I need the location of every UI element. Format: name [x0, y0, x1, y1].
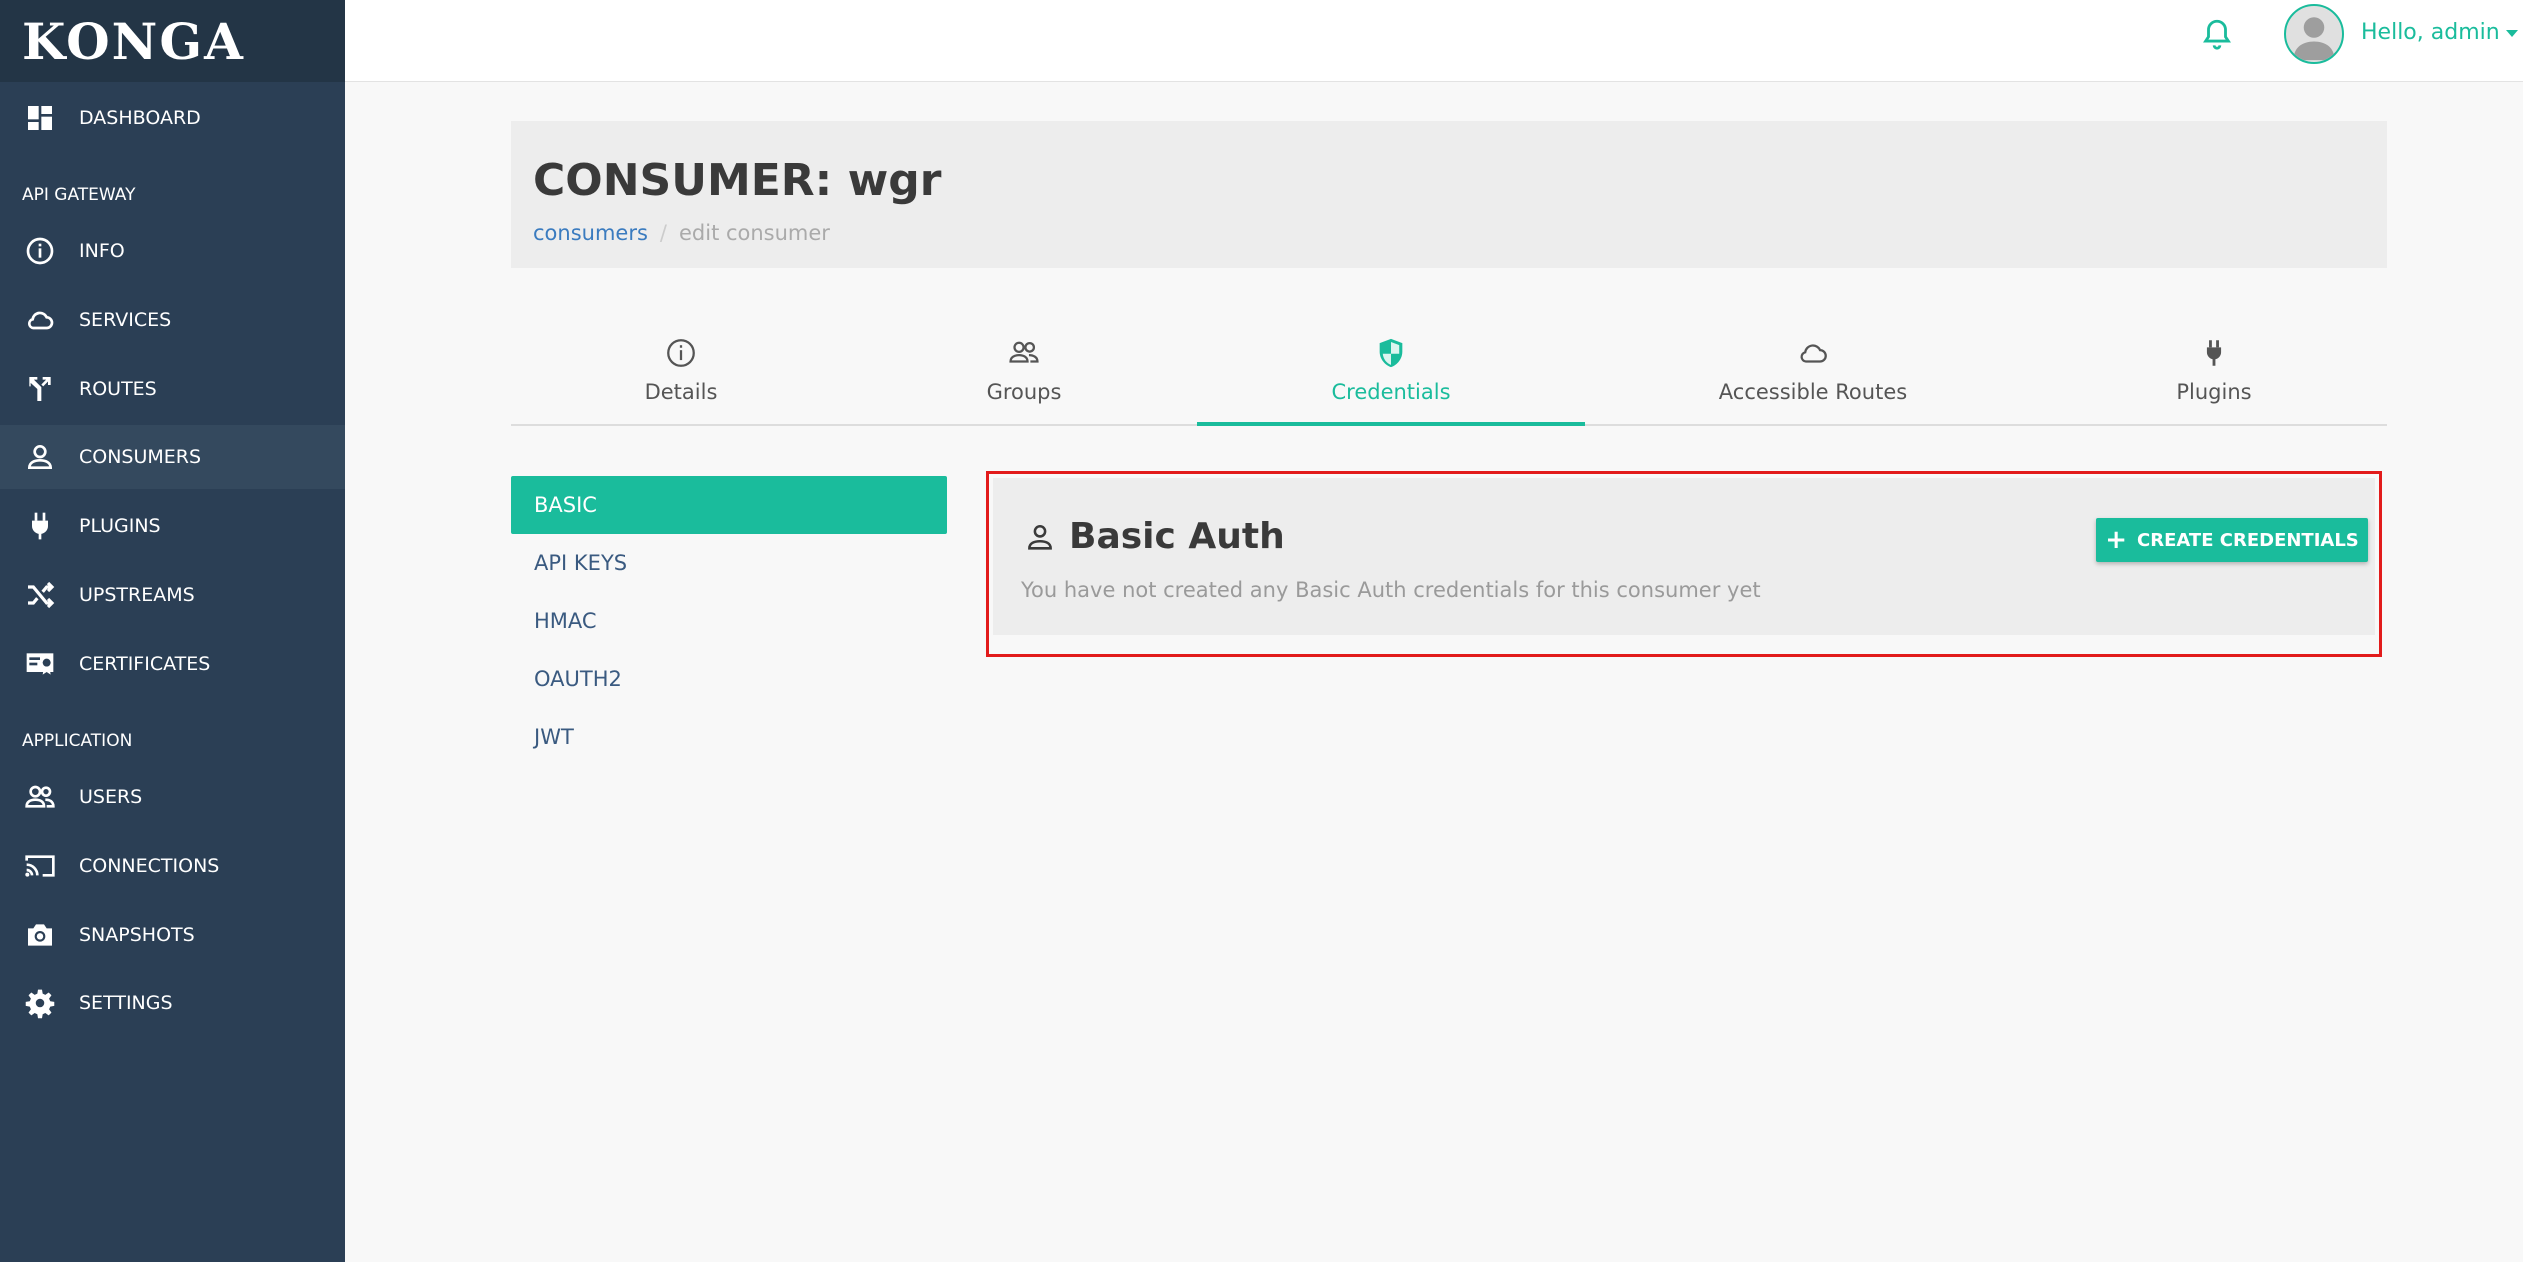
- cloud-icon: [1800, 344, 1827, 363]
- tab-credentials[interactable]: Credentials: [1197, 316, 1585, 426]
- brand-name: KONGA: [22, 11, 245, 71]
- sidebar-item-connections[interactable]: CONNECTIONS: [0, 834, 345, 898]
- cast-icon: [22, 848, 58, 884]
- sidebar-item-label: SETTINGS: [79, 992, 173, 1014]
- sidebar-item-label: USERS: [79, 786, 143, 808]
- tab-groups[interactable]: Groups: [851, 316, 1197, 426]
- credential-type-oauth2[interactable]: OAUTH2: [511, 650, 947, 708]
- breadcrumb-separator: /: [659, 221, 667, 245]
- sidebar-item-services[interactable]: SERVICES: [0, 288, 345, 352]
- section-application: APPLICATION: [22, 731, 133, 751]
- sidebar-item-label: DASHBOARD: [79, 107, 201, 129]
- sidebar-item-label: SERVICES: [79, 309, 172, 331]
- shield-icon: [1379, 338, 1403, 368]
- empty-state-message: You have not created any Basic Auth cred…: [1021, 578, 1761, 602]
- person-icon: [1028, 524, 1052, 550]
- top-bar: Hello, admin: [345, 0, 2523, 82]
- plus-icon: +: [2105, 525, 2128, 555]
- section-api-gateway: API GATEWAY: [22, 185, 136, 205]
- plug-icon: [22, 508, 58, 544]
- sidebar-item-label: CONSUMERS: [79, 446, 202, 468]
- certificate-icon: [22, 646, 58, 682]
- breadcrumb-current: edit consumer: [678, 221, 830, 245]
- tab-accessible-routes[interactable]: Accessible Routes: [1585, 316, 2041, 426]
- sidebar-item-users[interactable]: USERS: [0, 765, 345, 829]
- sidebar-item-label: PLUGINS: [79, 515, 161, 537]
- sidebar-item-label: CERTIFICATES: [79, 653, 211, 675]
- brand-logo[interactable]: KONGA: [0, 0, 345, 82]
- create-credentials-button[interactable]: + CREATE CREDENTIALS: [2096, 518, 2368, 562]
- credential-type-basic[interactable]: BASIC: [511, 476, 947, 534]
- notifications-bell-icon[interactable]: [2200, 17, 2234, 51]
- camera-icon: [22, 917, 58, 953]
- page-title: CONSUMER: wgr: [533, 155, 942, 206]
- basic-auth-highlight-frame: Basic Auth You have not created any Basi…: [986, 471, 2382, 657]
- sidebar-item-plugins[interactable]: PLUGINS: [0, 494, 345, 558]
- cloud-icon: [22, 302, 58, 338]
- sidebar-item-certificates[interactable]: CERTIFICATES: [0, 632, 345, 696]
- sidebar-item-routes[interactable]: ROUTES: [0, 357, 345, 421]
- tab-label: Groups: [986, 380, 1062, 404]
- sidebar-item-snapshots[interactable]: SNAPSHOTS: [0, 903, 345, 967]
- create-credentials-label: CREATE CREDENTIALS: [2137, 529, 2359, 551]
- credential-type-list: BASIC API KEYS HMAC OAUTH2 JWT: [511, 476, 947, 766]
- chevron-down-icon: [2505, 29, 2518, 37]
- credential-type-api-keys[interactable]: API KEYS: [511, 534, 947, 592]
- user-avatar-icon: [2293, 17, 2335, 61]
- sidebar-item-consumers[interactable]: CONSUMERS: [0, 425, 345, 489]
- page-header: CONSUMER: wgr consumers / edit consumer: [511, 121, 2387, 268]
- breadcrumb-link-consumers[interactable]: consumers: [533, 221, 648, 245]
- consumer-tabs: Details Groups Credentials Accessible Ro…: [511, 316, 2387, 426]
- basic-auth-panel: Basic Auth You have not created any Basi…: [993, 478, 2375, 635]
- credential-type-jwt[interactable]: JWT: [511, 708, 947, 766]
- sidebar-item-label: INFO: [79, 240, 125, 262]
- sidebar-item-label: ROUTES: [79, 378, 157, 400]
- sidebar-item-label: CONNECTIONS: [79, 855, 220, 877]
- users-icon: [1009, 341, 1039, 363]
- dashboard-icon: [22, 100, 58, 136]
- breadcrumb: consumers / edit consumer: [533, 221, 830, 245]
- users-icon: [22, 779, 58, 815]
- sidebar-item-label: UPSTREAMS: [79, 584, 195, 606]
- sidebar-item-dashboard[interactable]: DASHBOARD: [0, 86, 345, 150]
- plug-icon: [2206, 340, 2222, 366]
- user-greeting-text: Hello, admin: [2361, 20, 2500, 45]
- tab-plugins[interactable]: Plugins: [2041, 316, 2387, 426]
- user-menu[interactable]: Hello, admin: [2361, 20, 2518, 45]
- sidebar-item-upstreams[interactable]: UPSTREAMS: [0, 563, 345, 627]
- basic-auth-title: Basic Auth: [1023, 516, 1285, 557]
- tab-label: Accessible Routes: [1718, 380, 1908, 404]
- tab-label: Credentials: [1331, 380, 1451, 404]
- credential-type-hmac[interactable]: HMAC: [511, 592, 947, 650]
- sidebar-item-settings[interactable]: SETTINGS: [0, 971, 345, 1035]
- tab-details[interactable]: Details: [511, 316, 851, 426]
- sidebar-item-label: SNAPSHOTS: [79, 924, 195, 946]
- sidebar-item-info[interactable]: INFO: [0, 219, 345, 283]
- sidebar: KONGA DASHBOARD API GATEWAY INFO SERVICE…: [0, 0, 345, 1262]
- shuffle-icon: [22, 577, 58, 613]
- info-icon: [22, 233, 58, 269]
- info-icon: [667, 339, 695, 367]
- basic-auth-title-text: Basic Auth: [1069, 516, 1285, 557]
- gear-icon: [22, 985, 58, 1021]
- avatar[interactable]: [2284, 4, 2344, 64]
- tab-label: Plugins: [2176, 380, 2252, 404]
- routes-icon: [22, 371, 58, 407]
- tab-label: Details: [644, 380, 718, 404]
- person-icon: [22, 439, 58, 475]
